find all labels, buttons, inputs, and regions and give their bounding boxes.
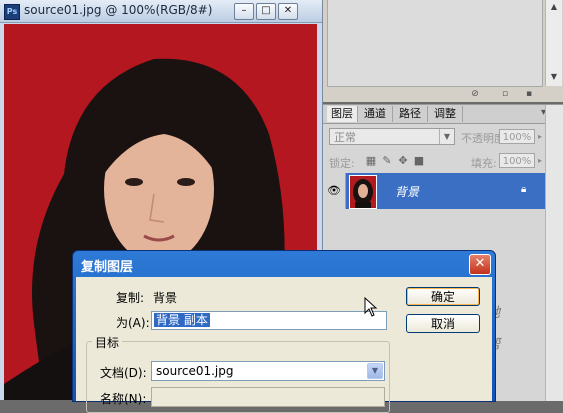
copy-label: 复制: <box>116 291 145 305</box>
lock-icon[interactable]: ■ <box>413 155 425 167</box>
lock-label: 锁定: <box>329 157 355 170</box>
tab-layers[interactable]: 图层 <box>327 106 358 122</box>
eye-icon: 👁 <box>327 184 341 197</box>
tab-channels[interactable]: 通道 <box>358 106 393 122</box>
opacity-input[interactable]: 100% <box>499 129 535 144</box>
lock-brush-icon[interactable]: ✎ <box>381 155 393 167</box>
document-title: source01.jpg @ 100%(RGB/8#) <box>24 3 213 17</box>
lock-transparent-icon[interactable]: ▦ <box>365 155 377 167</box>
layers-scrollbar[interactable] <box>545 105 563 401</box>
fill-label: 填充: <box>471 157 497 170</box>
tab-adjustments[interactable]: 调整 <box>428 106 463 122</box>
arrow-cursor-icon <box>364 296 378 321</box>
layer-name: 背景 <box>395 185 420 199</box>
copy-value: 背景 <box>153 291 178 305</box>
target-group-title: 目标 <box>92 334 123 351</box>
new-document-icon[interactable]: ▫ <box>499 89 511 99</box>
name-label: 名称(N): <box>100 392 147 406</box>
visibility-toggle[interactable]: 👁 <box>323 173 346 209</box>
layer-name-input-value: 背景 副本 <box>154 313 210 327</box>
scroll-down-icon[interactable]: ▼ <box>546 70 562 84</box>
blend-mode-select[interactable]: 正常 ▼ <box>329 128 455 145</box>
blend-mode-value: 正常 <box>334 131 356 144</box>
panel-scrollbar[interactable]: ▲ ▼ <box>545 0 562 86</box>
close-window-button[interactable]: ✕ <box>278 3 298 20</box>
minimize-button[interactable]: – <box>234 3 254 20</box>
chevron-down-icon: ▼ <box>439 129 454 144</box>
cancel-button[interactable]: 取消 <box>406 314 480 333</box>
history-panel: ▲ ▼ ⊘ ▫ ▪ <box>323 0 563 102</box>
document-select-value: source01.jpg <box>156 364 234 378</box>
lock-move-icon[interactable]: ✥ <box>397 155 409 167</box>
as-label: 为(A): <box>116 316 150 330</box>
close-icon[interactable]: ✕ <box>469 254 491 275</box>
dialog-title: 复制图层 <box>81 260 134 275</box>
tab-paths[interactable]: 路径 <box>393 106 428 122</box>
fill-arrow-icon[interactable]: ▸ <box>536 153 544 168</box>
maximize-button[interactable]: □ <box>256 3 276 20</box>
panel-content-area <box>327 0 543 87</box>
layer-lock-icon: 🔒︎ <box>521 184 527 195</box>
dialog-body: 复制: 背景 为(A): 背景 副本 确定 取消 目标 文档(D): sourc… <box>76 277 492 413</box>
layers-tabs: 图层 通道 路径 调整 ▾≡ <box>323 105 563 124</box>
new-snapshot-icon[interactable]: ⊘ <box>469 89 481 99</box>
duplicate-layer-dialog: 复制图层 ✕ 复制: 背景 为(A): 背景 副本 确定 取消 目标 文档(D)… <box>72 250 496 413</box>
layer-thumbnail <box>349 175 377 209</box>
scroll-up-icon[interactable]: ▲ <box>546 0 562 14</box>
document-select[interactable]: source01.jpg ▼ <box>151 361 385 381</box>
layer-name-input[interactable]: 背景 副本 <box>151 311 387 330</box>
document-title-bar[interactable]: Ps source01.jpg @ 100%(RGB/8#) – □ ✕ <box>0 0 322 23</box>
trash-icon[interactable]: ▪ <box>523 89 535 99</box>
opacity-arrow-icon[interactable]: ▸ <box>536 129 544 144</box>
ps-logo-icon: Ps <box>4 4 20 20</box>
dropdown-arrow-icon[interactable]: ▼ <box>367 363 383 379</box>
document-label: 文档(D): <box>100 366 147 380</box>
name-input[interactable] <box>151 387 385 407</box>
fill-input[interactable]: 100% <box>499 153 535 168</box>
ok-button[interactable]: 确定 <box>406 287 480 306</box>
